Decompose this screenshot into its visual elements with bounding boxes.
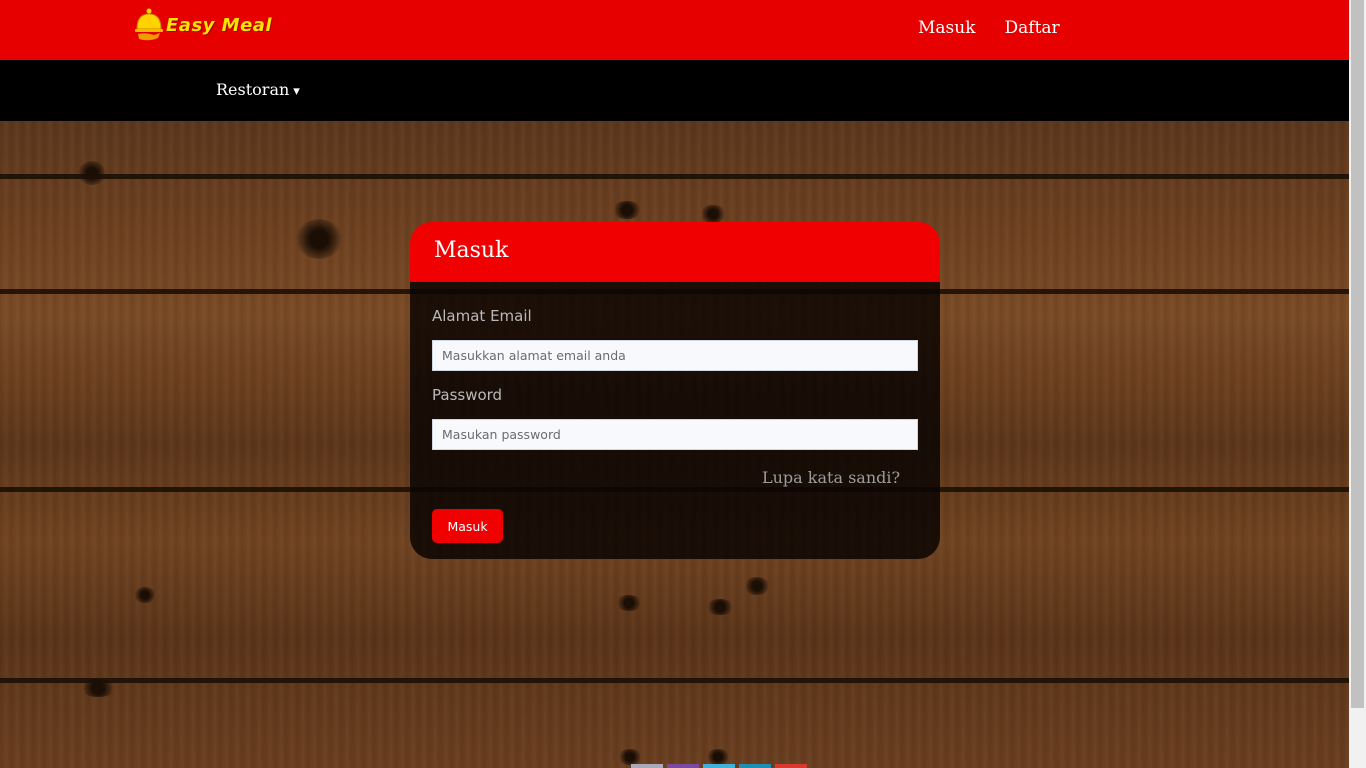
login-link[interactable]: Masuk	[918, 18, 976, 38]
login-form: Alamat Email Password Lupa kata sandi? M…	[410, 282, 940, 559]
header-links: Masuk Daftar	[918, 18, 1060, 38]
footer-tile[interactable]	[703, 764, 735, 768]
login-title: Masuk	[434, 238, 509, 263]
sub-navbar	[0, 60, 1349, 121]
footer-tile[interactable]	[775, 764, 807, 768]
password-field[interactable]	[432, 419, 918, 450]
forgot-password-link[interactable]: Lupa kata sandi?	[762, 468, 900, 487]
brand-logo[interactable]: Easy Meal	[134, 6, 272, 44]
brand-name: Easy Meal	[166, 14, 273, 36]
login-card-header: Masuk	[410, 222, 940, 282]
email-label: Alamat Email	[432, 307, 532, 325]
email-field[interactable]	[432, 340, 918, 371]
password-label: Password	[432, 386, 503, 404]
footer-tile[interactable]	[667, 764, 699, 768]
food-cloche-icon	[135, 8, 163, 41]
register-link[interactable]: Daftar	[1005, 18, 1060, 38]
caret-down-icon: ▾	[293, 84, 300, 99]
restaurant-dropdown-label: Restoran	[216, 80, 290, 99]
footer-tiles	[631, 764, 807, 768]
top-navbar: Easy Meal Masuk Daftar	[0, 0, 1349, 60]
footer-tile[interactable]	[739, 764, 771, 768]
scrollbar-thumb[interactable]	[1351, 0, 1364, 708]
restaurant-dropdown[interactable]: Restoran ▾	[216, 80, 300, 99]
login-button[interactable]: Masuk	[432, 509, 503, 543]
footer-tile[interactable]	[631, 764, 663, 768]
login-card: Masuk Alamat Email Password Lupa kata sa…	[410, 222, 940, 559]
